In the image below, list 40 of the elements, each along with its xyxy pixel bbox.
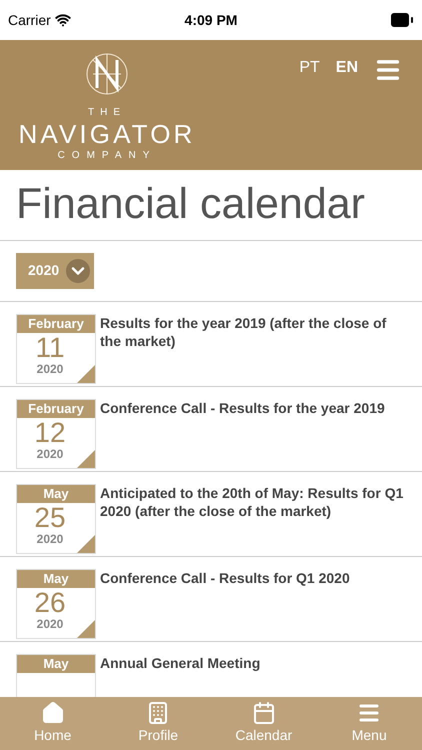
month-label: May xyxy=(43,657,69,670)
event-title[interactable]: Conference Call - Results for the year 2019 xyxy=(100,398,385,471)
year-label: 2020 xyxy=(36,532,64,545)
event-title[interactable]: Anticipated to the 20th of May: Results for Q1 2020 (after the close of the market) xyxy=(100,484,410,556)
page-title: Financial calendar xyxy=(16,179,366,230)
month-label: February xyxy=(28,402,84,416)
chevron-icon xyxy=(66,258,90,283)
event-title[interactable]: Results for the year 2019 (after the close of the market) xyxy=(100,314,410,386)
day-label: 26 xyxy=(34,588,66,618)
calendar-icon xyxy=(252,701,276,725)
language-link[interactable]: EN xyxy=(336,56,358,80)
logo-text: COMPANY xyxy=(58,150,156,160)
tab-item[interactable]: Home xyxy=(0,697,106,750)
month-label: February xyxy=(28,317,84,330)
day-label: 11 xyxy=(35,332,65,363)
day-label: 25 xyxy=(34,502,66,533)
day-label: 12 xyxy=(34,418,66,448)
tab-item[interactable]: Calendar xyxy=(211,697,316,750)
wifi-icon xyxy=(54,12,71,28)
page-fold-icon xyxy=(77,450,95,468)
logo-text: THE xyxy=(88,108,126,118)
logo-icon xyxy=(85,52,129,96)
page-fold-icon xyxy=(77,534,95,553)
year-label: 2020 xyxy=(36,362,64,375)
event-title[interactable]: Annual General Meeting xyxy=(100,654,260,697)
year-dropdown[interactable]: 2020 xyxy=(16,252,94,289)
carrier-label: Carrier xyxy=(8,10,51,30)
tab-item[interactable]: Menu xyxy=(316,697,422,750)
page-fold-icon xyxy=(77,620,95,638)
home-icon xyxy=(40,701,65,725)
year-label: 2020 xyxy=(36,618,64,630)
logo-text: NAVIGATOR xyxy=(18,118,196,150)
month-label: May xyxy=(43,572,69,586)
event-title[interactable]: Conference Call - Results for Q1 2020 xyxy=(100,568,350,641)
year-label: 2020 xyxy=(36,448,64,460)
tab-item[interactable]: Profile xyxy=(106,697,211,750)
month-label: May xyxy=(43,487,69,500)
clock-label: 4:09 PM xyxy=(184,10,238,30)
language-link[interactable]: PT xyxy=(299,56,320,80)
page-fold-icon xyxy=(77,364,95,383)
